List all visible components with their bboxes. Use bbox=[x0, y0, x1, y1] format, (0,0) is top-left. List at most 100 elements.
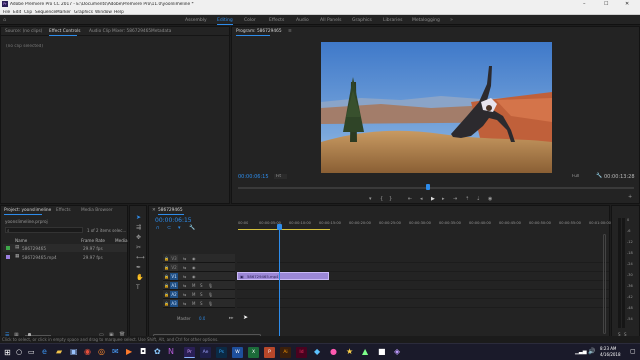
mute-button[interactable]: M bbox=[192, 283, 195, 288]
column-name[interactable]: Name bbox=[15, 238, 27, 243]
timeline-track-v3[interactable] bbox=[237, 254, 609, 263]
powerpoint-taskbar-icon[interactable]: P bbox=[264, 347, 275, 358]
go-to-out-icon[interactable]: ⇥ bbox=[453, 197, 457, 202]
lock-icon[interactable]: 🔒 bbox=[164, 274, 169, 279]
sync-lock-icon[interactable]: ⇆ bbox=[183, 283, 186, 288]
snap-icon[interactable]: ∩ bbox=[156, 225, 160, 231]
after-effects-taskbar-icon[interactable]: Ae bbox=[200, 347, 211, 358]
track-target-v1[interactable]: V1 bbox=[170, 273, 178, 280]
solo-button[interactable]: S bbox=[200, 292, 203, 297]
slip-tool-icon[interactable]: ⟷ bbox=[136, 254, 145, 261]
tab-project[interactable]: Project: yoonslimeline bbox=[4, 208, 51, 213]
workspace-metalogging[interactable]: Metalogging bbox=[412, 18, 440, 23]
menu-window[interactable]: Window bbox=[95, 10, 112, 15]
voiceover-mic-icon[interactable]: 🎙 bbox=[208, 301, 213, 306]
go-to-in-icon[interactable]: ⇤ bbox=[408, 197, 412, 202]
taskbar-time[interactable]: 8:23 AM bbox=[600, 346, 616, 351]
solo-button[interactable]: S bbox=[200, 283, 203, 288]
menu-graphics[interactable]: Graphics bbox=[74, 10, 93, 15]
word-taskbar-icon[interactable]: W bbox=[232, 347, 243, 358]
app-icon[interactable]: ★ bbox=[346, 347, 353, 356]
workspace-effects[interactable]: Effects bbox=[269, 18, 284, 23]
sync-lock-icon[interactable]: ⇆ bbox=[183, 265, 186, 270]
menu-clip[interactable]: Clip bbox=[24, 10, 32, 15]
step-forward-icon[interactable]: ▸ bbox=[442, 197, 445, 202]
workspace-all-panels[interactable]: All Panels bbox=[320, 18, 342, 23]
menu-file[interactable]: File bbox=[3, 10, 10, 15]
workspace-libraries[interactable]: Libraries bbox=[383, 18, 402, 23]
workspace-assembly[interactable]: Assembly bbox=[185, 18, 207, 23]
track-target-v3[interactable]: V3 bbox=[170, 255, 178, 262]
timeline-playhead-handle[interactable] bbox=[277, 224, 282, 230]
windows-start-icon[interactable]: ⊞ bbox=[4, 348, 11, 357]
network-icon[interactable]: ▁▃▅ bbox=[575, 349, 587, 355]
timeline-settings-icon[interactable]: 🔧 bbox=[189, 225, 195, 231]
tab-media-browser[interactable]: Media Browser bbox=[81, 208, 113, 213]
app-icon[interactable]: ● bbox=[330, 347, 337, 356]
mail-icon[interactable]: ✉ bbox=[112, 347, 119, 356]
close-tab-icon[interactable]: ✕ bbox=[152, 208, 156, 213]
menu-marker[interactable]: Marker bbox=[56, 10, 71, 15]
onenote-icon[interactable]: N bbox=[168, 347, 174, 356]
list-item[interactable]: ▤ 586729465 29.97 fps bbox=[3, 244, 127, 252]
workspace-graphics[interactable]: Graphics bbox=[352, 18, 372, 23]
playback-resolution-select[interactable]: Full bbox=[572, 174, 579, 179]
workspace-color[interactable]: Color bbox=[244, 18, 256, 23]
column-frame-rate[interactable]: Frame Rate bbox=[81, 238, 105, 243]
program-timecode[interactable]: 00:00:06:15 bbox=[238, 174, 269, 180]
go-to-end-icon[interactable]: ▸▸ bbox=[229, 316, 234, 321]
search-icon[interactable]: ○ bbox=[16, 348, 22, 356]
razor-tool-icon[interactable]: ✂ bbox=[136, 244, 141, 251]
panel-menu-icon[interactable]: ≡ bbox=[288, 29, 292, 34]
chrome-icon[interactable]: ◉ bbox=[84, 347, 91, 356]
home-icon[interactable]: ⌂ bbox=[3, 17, 6, 23]
tab-metadata[interactable]: Metadata bbox=[151, 29, 171, 34]
eye-icon[interactable]: ◉ bbox=[192, 274, 196, 279]
notifications-icon[interactable]: ▢ bbox=[630, 348, 636, 355]
add-button-icon[interactable]: + bbox=[628, 195, 632, 200]
lock-icon[interactable]: 🔒 bbox=[164, 256, 169, 261]
lift-icon[interactable]: ⇡ bbox=[465, 197, 469, 202]
sync-lock-icon[interactable]: ⇆ bbox=[183, 292, 186, 297]
add-marker-icon[interactable]: ▾ bbox=[178, 225, 181, 231]
play-icon[interactable]: ▶ bbox=[431, 197, 435, 202]
hand-tool-icon[interactable]: ✋ bbox=[136, 274, 143, 281]
camera-icon[interactable]: ◘ bbox=[140, 347, 146, 356]
list-item[interactable]: ▦ 586729465.mp4 29.97 fps bbox=[3, 253, 127, 261]
master-volume-value[interactable]: 0.0 bbox=[199, 316, 205, 321]
track-target-a2[interactable]: A2 bbox=[170, 291, 178, 298]
sync-lock-icon[interactable]: ⇆ bbox=[183, 274, 186, 279]
wrench-icon[interactable]: 🔧 bbox=[596, 173, 602, 179]
illustrator-taskbar-icon[interactable]: Ai bbox=[280, 347, 291, 358]
firefox-icon[interactable]: ◎ bbox=[98, 347, 105, 356]
tab-sequence[interactable]: 586729465 bbox=[158, 208, 183, 213]
pen-tool-icon[interactable]: ✒ bbox=[136, 264, 141, 271]
track-select-tool-icon[interactable]: ⇶ bbox=[136, 224, 141, 231]
solo-button[interactable]: S bbox=[200, 301, 203, 306]
app-icon[interactable]: ▲ bbox=[362, 347, 368, 356]
workspace-editing[interactable]: Editing bbox=[217, 18, 233, 25]
timeline-playhead[interactable] bbox=[279, 224, 280, 342]
volume-icon[interactable]: 🔊 bbox=[588, 348, 595, 355]
timeline-track-a3[interactable] bbox=[237, 299, 609, 308]
mark-out-icon[interactable]: } bbox=[389, 197, 392, 202]
project-search-input[interactable]: ⌕ bbox=[5, 227, 83, 234]
mute-button[interactable]: M bbox=[192, 292, 195, 297]
eye-icon[interactable]: ◉ bbox=[192, 256, 196, 261]
ripple-edit-tool-icon[interactable]: ✥ bbox=[136, 234, 141, 241]
photoshop-taskbar-icon[interactable]: Ps bbox=[216, 347, 227, 358]
photos-icon[interactable]: ✿ bbox=[154, 347, 161, 356]
tab-effects[interactable]: Effects bbox=[56, 208, 71, 213]
taskbar-date[interactable]: 4/16/2018 bbox=[600, 352, 621, 357]
timeline-clip[interactable]: ▣ 586729465.mp4 bbox=[237, 272, 329, 280]
media-player-icon[interactable]: ▶ bbox=[126, 347, 132, 356]
lock-icon[interactable]: 🔒 bbox=[164, 292, 169, 297]
work-area-bar[interactable] bbox=[238, 229, 330, 230]
sync-lock-icon[interactable]: ⇆ bbox=[183, 256, 186, 261]
timeline-track-a1[interactable] bbox=[237, 281, 609, 290]
program-scrubber-track[interactable] bbox=[238, 187, 634, 189]
sync-lock-icon[interactable]: ⇆ bbox=[183, 301, 186, 306]
app-icon[interactable]: ◈ bbox=[394, 347, 400, 356]
workspace-overflow-icon[interactable]: » bbox=[450, 17, 453, 23]
voiceover-mic-icon[interactable]: 🎙 bbox=[208, 283, 213, 288]
